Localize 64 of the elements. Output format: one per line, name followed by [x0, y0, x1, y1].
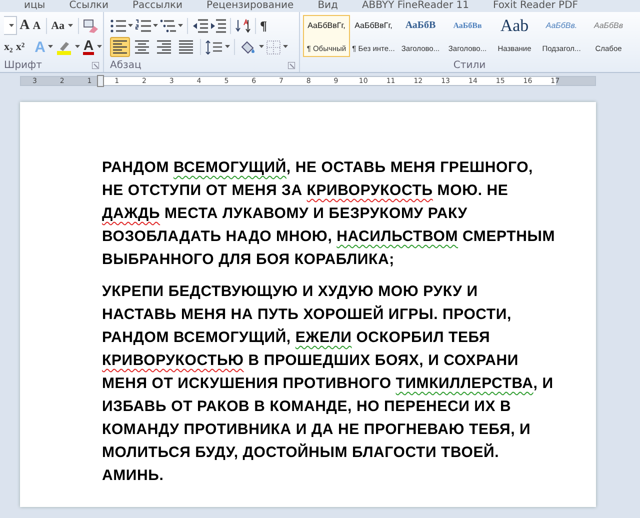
text-line: АМИНЬ.	[102, 466, 165, 486]
bullet-list-icon[interactable]	[110, 18, 126, 33]
ribbon-tab[interactable]: Foxit Reader PDF	[492, 0, 578, 12]
indent-marker[interactable]	[97, 75, 104, 87]
grow-font-button[interactable]: A	[20, 18, 30, 34]
font-size-field[interactable]	[4, 16, 17, 36]
style-preview: АаБбВв.	[546, 20, 578, 32]
multilevel-list-icon[interactable]	[160, 18, 176, 33]
subscript-button[interactable]: x₂	[4, 41, 13, 54]
style-preview: Aab	[500, 19, 529, 33]
sort-icon[interactable]	[235, 18, 251, 33]
group-label: Абзац	[110, 60, 142, 71]
text-line: КОМАНДУ ПРОТИВНИКА И ДА НЕ ПРОГНЕВАЮ ТЕБЯ, И	[102, 420, 532, 440]
text-line: МЕНЯ ОТ ИСКУШЕНИЯ ПРОТИВНОГО ТИМКИЛЛЕРСТВА, И	[102, 374, 554, 394]
superscript-button[interactable]: x²	[16, 41, 25, 54]
paint-bucket-icon[interactable]	[239, 40, 257, 55]
text-line: КРИВОРУКОСТЬЮ В ПРОШЕДШИХ БОЯХ, И СОХРАНИ	[102, 351, 520, 371]
caret-icon[interactable]	[68, 24, 73, 28]
text-line: НЕ ОТСТУПИ ОТ МЕНЯ ЗА КРИВОРУКОСТЬ МОЮ. НЕ	[102, 181, 510, 201]
dialog-launcher-icon[interactable]	[92, 62, 99, 69]
eraser-icon[interactable]	[83, 18, 99, 33]
caret-icon[interactable]	[8, 24, 14, 28]
caret-icon[interactable]	[128, 24, 133, 28]
caret-icon[interactable]	[48, 45, 54, 50]
ribbon-tab[interactable]: Рецензирование	[206, 0, 294, 12]
group-label: Стили	[453, 60, 486, 70]
style-preview: АаБбВв	[594, 20, 623, 32]
caret-icon[interactable]	[225, 45, 230, 50]
highlighter-icon[interactable]	[56, 40, 72, 55]
caret-icon[interactable]	[283, 45, 288, 50]
text-line: РАНДОМ ВСЕМОГУЩИЙ, НЕ ОСТАВЬ МЕНЯ ГРЕШНОГО,	[102, 157, 534, 178]
caret-icon[interactable]	[259, 45, 264, 50]
increase-indent-icon[interactable]	[210, 18, 226, 33]
numbered-list-icon[interactable]	[135, 18, 151, 33]
change-case-button[interactable]: Aa	[51, 20, 65, 32]
style-preview: АаБбВвГг,	[354, 20, 392, 32]
ribbon-tab[interactable]: Рассылки	[132, 0, 182, 12]
style-preview: АаБбВ	[405, 19, 436, 33]
ribbon-tab[interactable]: Вид	[318, 0, 338, 12]
line-spacing-icon[interactable]	[205, 40, 223, 55]
caret-icon[interactable]	[96, 45, 102, 50]
show-formatting-button[interactable]: ¶	[260, 18, 268, 34]
align-button[interactable]	[110, 37, 130, 58]
caret-icon[interactable]	[75, 45, 80, 50]
font-color-button[interactable]: A	[83, 39, 94, 56]
ribbon-tab[interactable]: ABBYY FineReader 11	[362, 0, 469, 12]
text-line: ИЗБАВЬ ОТ РАКОВ В КОМАНДЕ, НО ПЕРЕНЕСИ ИХ В	[102, 397, 512, 417]
style-preview: АаБбВв	[453, 20, 482, 32]
text-line: ВОЗОБЛАДАТЬ НАДО МНОЮ, НАСИЛЬСТВОМ СМЕРТНЫМ	[102, 227, 556, 247]
ribbon-tab[interactable]: ицы	[24, 0, 46, 12]
text-line: МОЛИТЬСЯ БУДУ, ДОСТОЙНЫМ БЛАГОСТИ ТВОЕЙ.	[102, 442, 500, 463]
group-label: Шрифт	[4, 60, 42, 71]
text-line: ДАЖДЬ МЕСТА ЛУКАВОМУ И БЕЗРУКОМУ РАКУ	[102, 204, 468, 224]
style-preview: АаБбВвГг,	[308, 20, 346, 32]
shrink-font-button[interactable]: A	[32, 20, 41, 32]
text-line: ВЫБРАННОГО ДЛЯ БОЯ КОРАБЛИКА;	[102, 250, 396, 270]
text-line: НАСТАВЬ МЕНЯ НА ПУТЬ ХОРОШЕЙ ИГРЫ. ПРОСТИ,	[102, 304, 512, 325]
decrease-indent-icon[interactable]	[192, 18, 208, 33]
text-line: УКРЕПИ БЕДСТВУЮЩУЮ И ХУДУЮ МОЮ РУКУ И	[102, 282, 479, 302]
ribbon-tab[interactable]: Ссылки	[69, 0, 109, 12]
text-line: РАНДОМ ВСЕМОГУЩИЙ, ЕЖЕЛИ ОСКОРБИЛ ТЕБЯ	[102, 327, 492, 348]
caret-icon[interactable]	[178, 24, 183, 28]
caret-icon[interactable]	[153, 24, 158, 28]
dialog-launcher-icon[interactable]	[288, 62, 295, 69]
